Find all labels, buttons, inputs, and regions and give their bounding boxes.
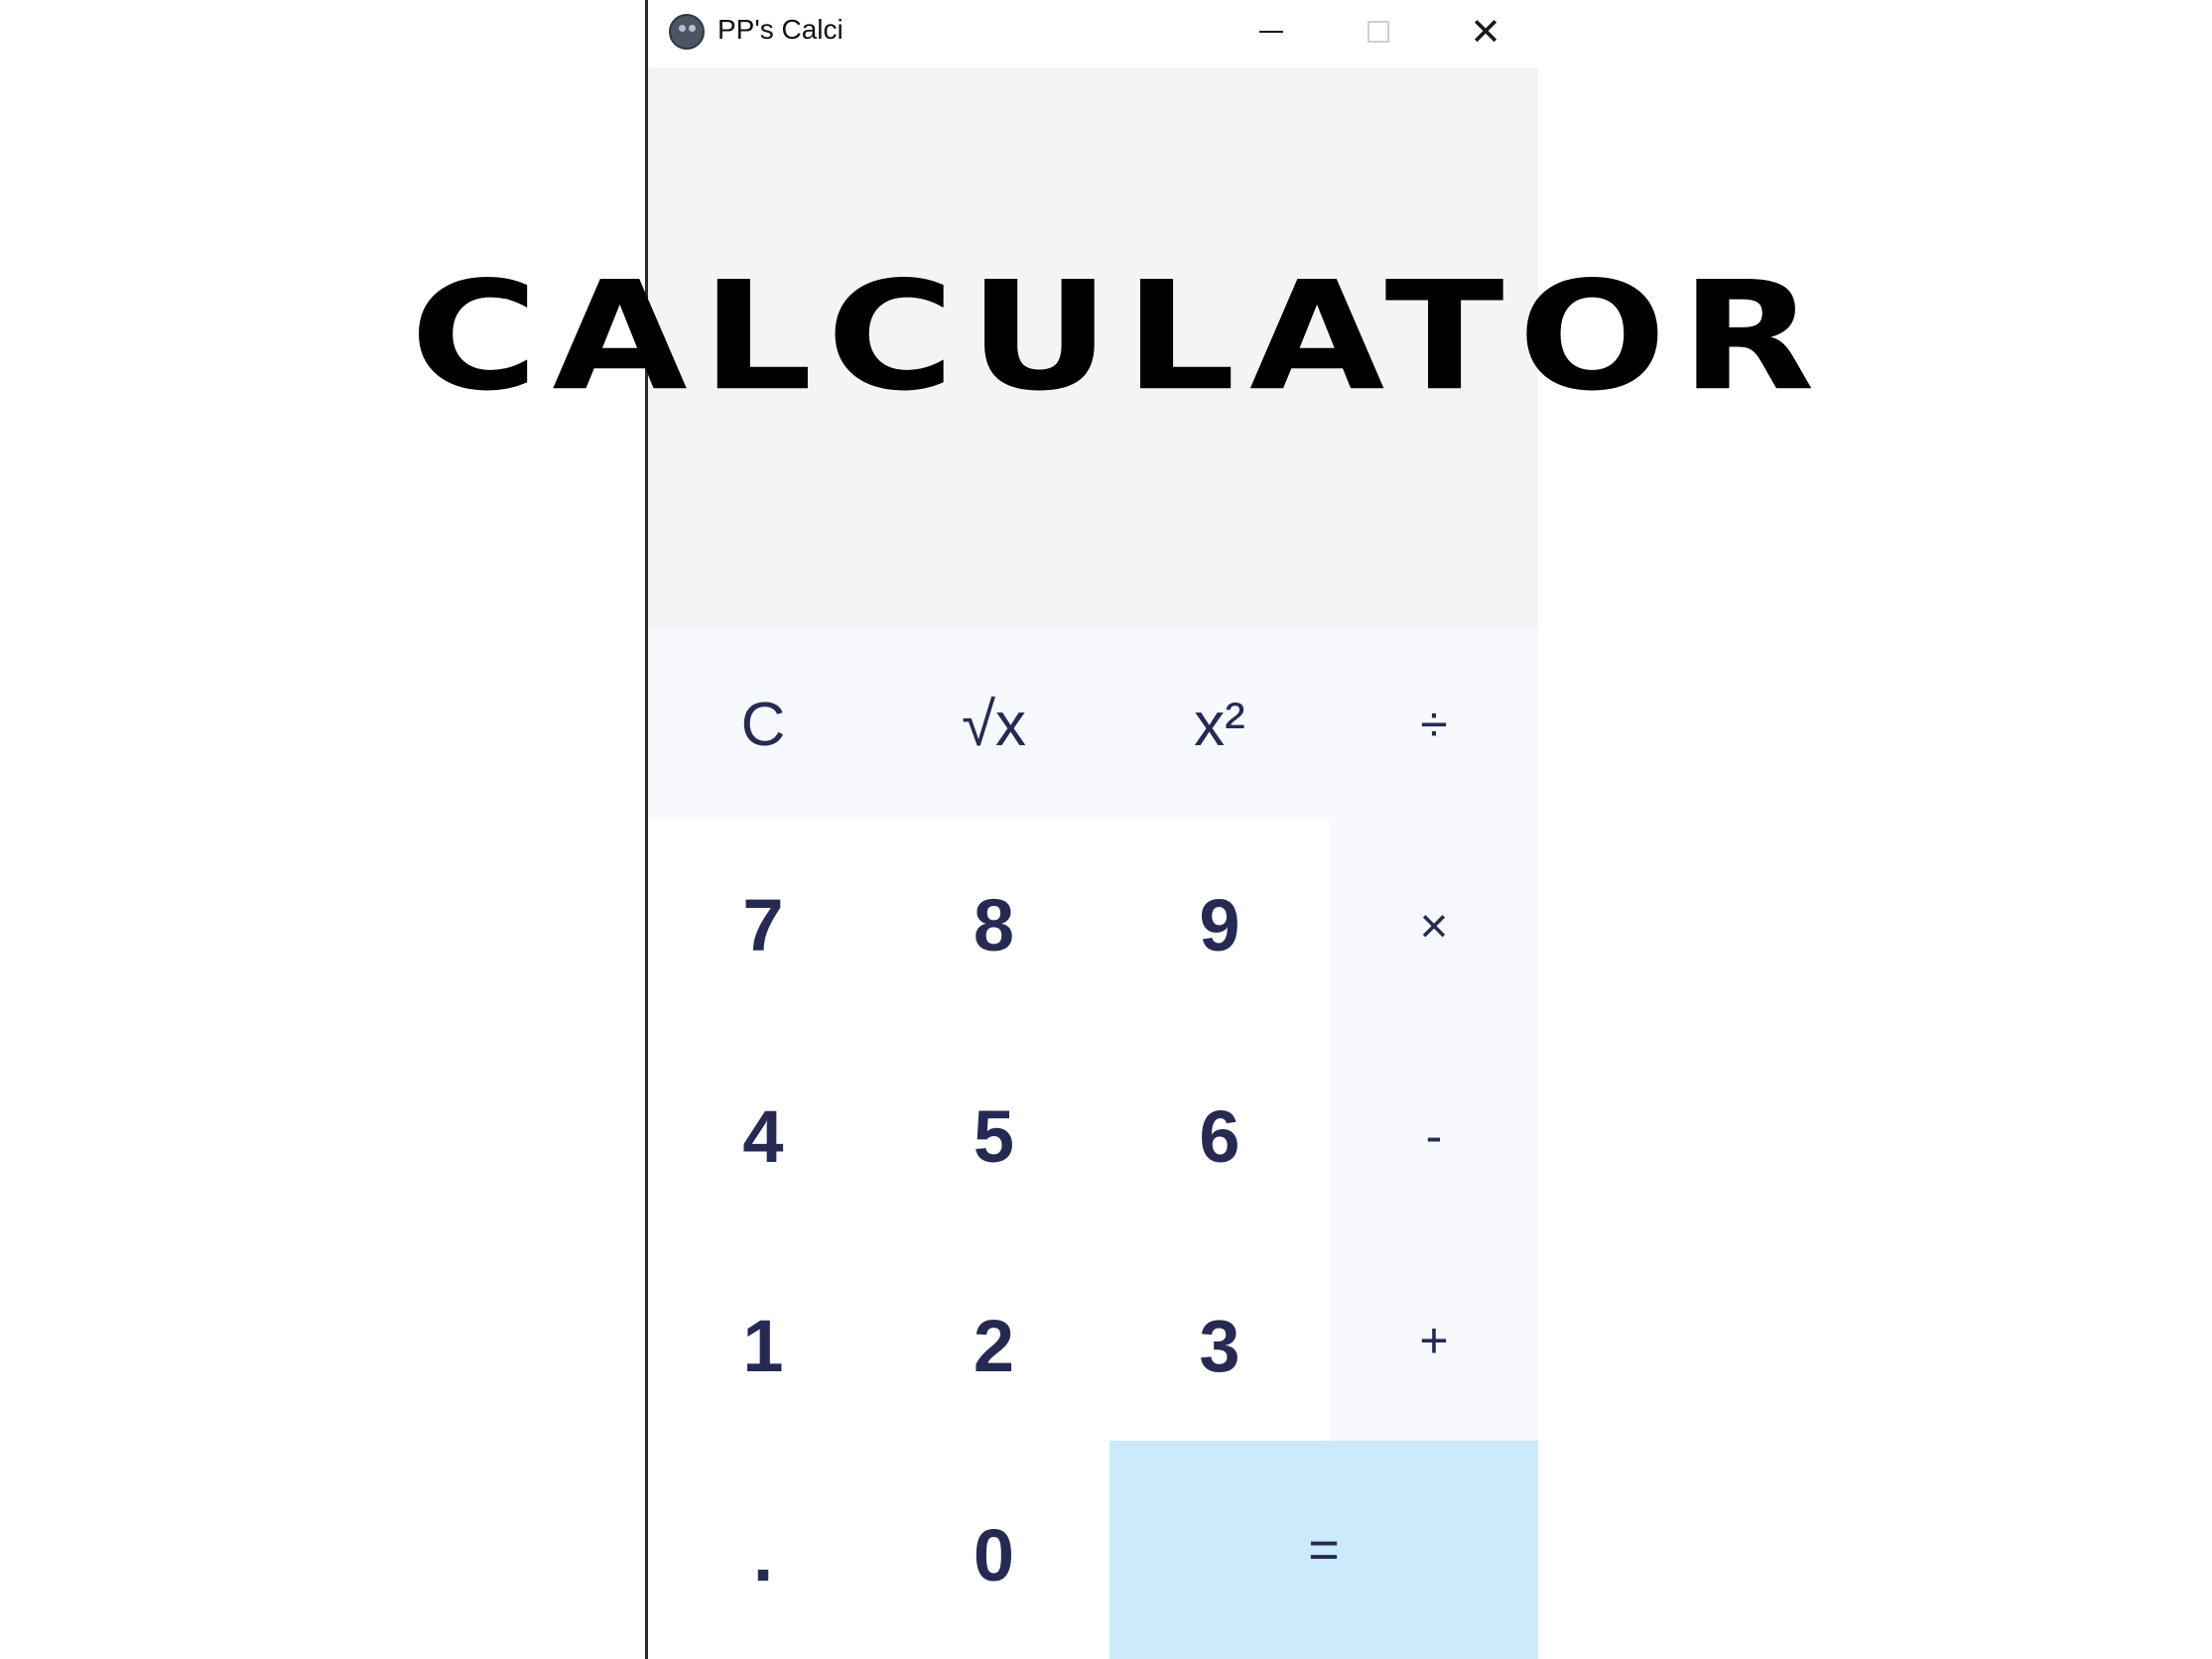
- key-5[interactable]: 5: [878, 1032, 1109, 1240]
- keypad: C √x x² ÷ 7 8 9 × 4 5 6 - 1 2 3 + . 0 =: [648, 630, 1538, 1659]
- key-7[interactable]: 7: [648, 819, 878, 1032]
- close-button[interactable]: ✕: [1432, 0, 1539, 64]
- key-4[interactable]: 4: [648, 1032, 878, 1240]
- decimal-button[interactable]: .: [648, 1451, 878, 1659]
- window-title: PP's Calci: [717, 14, 844, 45]
- key-8[interactable]: 8: [878, 819, 1109, 1032]
- close-icon: ✕: [1470, 10, 1501, 54]
- calculator-window: PP's Calci ✕ C √x x² ÷ 7 8 9 × 4 5 6 - 1…: [645, 0, 1538, 1659]
- screenshot-canvas: PP's Calci ✕ C √x x² ÷ 7 8 9 × 4 5 6 - 1…: [0, 0, 2212, 1659]
- title-bar[interactable]: PP's Calci ✕: [648, 0, 1538, 67]
- divide-button[interactable]: ÷: [1330, 630, 1538, 819]
- app-icon: [669, 14, 705, 50]
- minimize-button[interactable]: [1218, 0, 1325, 64]
- sqrt-button[interactable]: √x: [878, 630, 1109, 819]
- clear-button[interactable]: C: [648, 630, 878, 819]
- multiply-button[interactable]: ×: [1330, 819, 1538, 1032]
- equals-button[interactable]: =: [1109, 1441, 1538, 1659]
- key-6[interactable]: 6: [1109, 1032, 1330, 1240]
- subtract-button[interactable]: -: [1330, 1032, 1538, 1240]
- key-0[interactable]: 0: [878, 1451, 1109, 1659]
- key-1[interactable]: 1: [648, 1240, 878, 1451]
- key-2[interactable]: 2: [878, 1240, 1109, 1451]
- maximize-icon: [1367, 21, 1389, 43]
- key-3[interactable]: 3: [1109, 1240, 1330, 1451]
- calculator-display: [648, 67, 1538, 630]
- square-button[interactable]: x²: [1109, 630, 1330, 819]
- key-9[interactable]: 9: [1109, 819, 1330, 1032]
- add-button[interactable]: +: [1330, 1240, 1538, 1441]
- maximize-button[interactable]: [1325, 0, 1432, 64]
- minimize-icon: [1259, 31, 1283, 33]
